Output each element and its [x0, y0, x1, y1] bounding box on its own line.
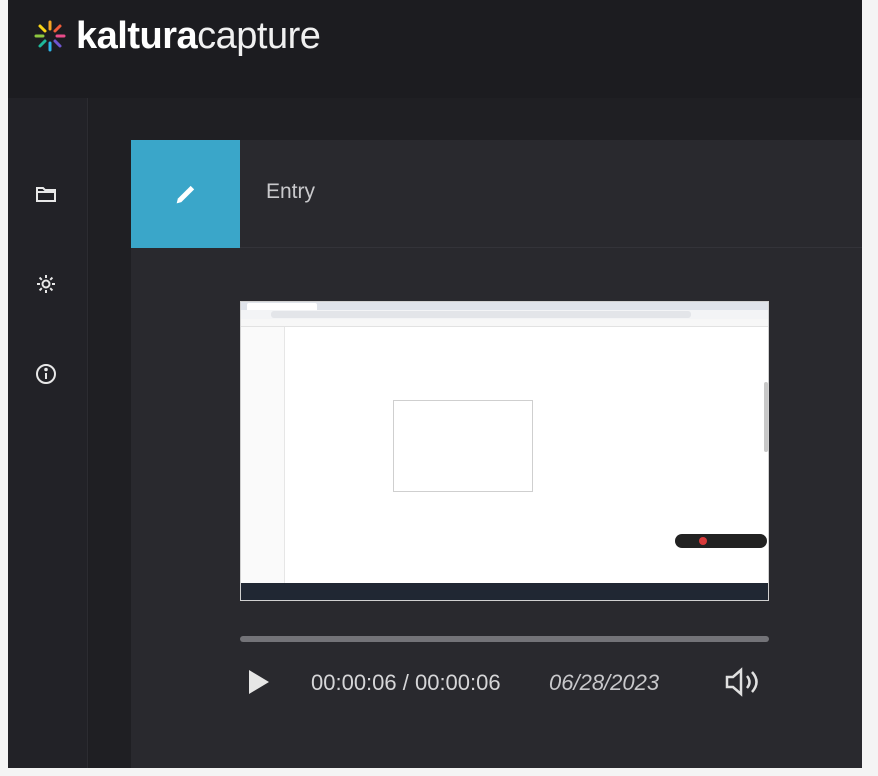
playback-progress-bar[interactable] [240, 636, 769, 642]
sidebar-item-settings[interactable] [26, 264, 66, 304]
preview-taskbar [241, 583, 768, 600]
preview-scrollbar [764, 382, 768, 452]
logo-product-text: capture [197, 15, 321, 57]
gear-icon [37, 275, 55, 293]
entry-header: Entry [131, 140, 862, 248]
kaltura-spark-icon [34, 20, 66, 52]
pencil-icon [176, 185, 194, 204]
play-icon[interactable] [246, 668, 272, 696]
folder-icon [36, 187, 56, 202]
sidebar-item-library[interactable] [26, 174, 66, 214]
info-icon [36, 364, 56, 384]
preview-address-bar [241, 310, 768, 319]
volume-icon[interactable] [724, 666, 766, 698]
window-edge-bottom [0, 768, 878, 776]
preview-bookmarks-bar [241, 319, 768, 327]
entry-card: Entry 00:00:06 / 00:00:06 06/28/2023 [131, 140, 862, 768]
preview-text-area [393, 400, 533, 492]
edit-entry-button[interactable] [131, 140, 240, 248]
player-controls: 00:00:06 / 00:00:06 06/28/2023 [240, 660, 769, 704]
sidebar [8, 98, 88, 768]
preview-browser-tabs [241, 302, 768, 310]
window-edge-left [0, 0, 8, 776]
window-edge-right [862, 0, 878, 776]
app-header: kalturacapture [8, 0, 862, 98]
entry-title: Entry [266, 180, 316, 203]
logo-brand-text: kaltura [76, 15, 198, 57]
sidebar-item-about[interactable] [26, 354, 66, 394]
preview-sidebar [241, 327, 285, 585]
main-area: Entry 00:00:06 / 00:00:06 06/28/2023 [89, 98, 862, 768]
app-logo: kalturacapture [28, 14, 321, 58]
playback-time: 00:00:06 / 00:00:06 [311, 670, 501, 695]
preview-recorder-widget [675, 534, 767, 548]
video-preview[interactable] [240, 301, 769, 601]
recording-date: 06/28/2023 [549, 670, 660, 695]
